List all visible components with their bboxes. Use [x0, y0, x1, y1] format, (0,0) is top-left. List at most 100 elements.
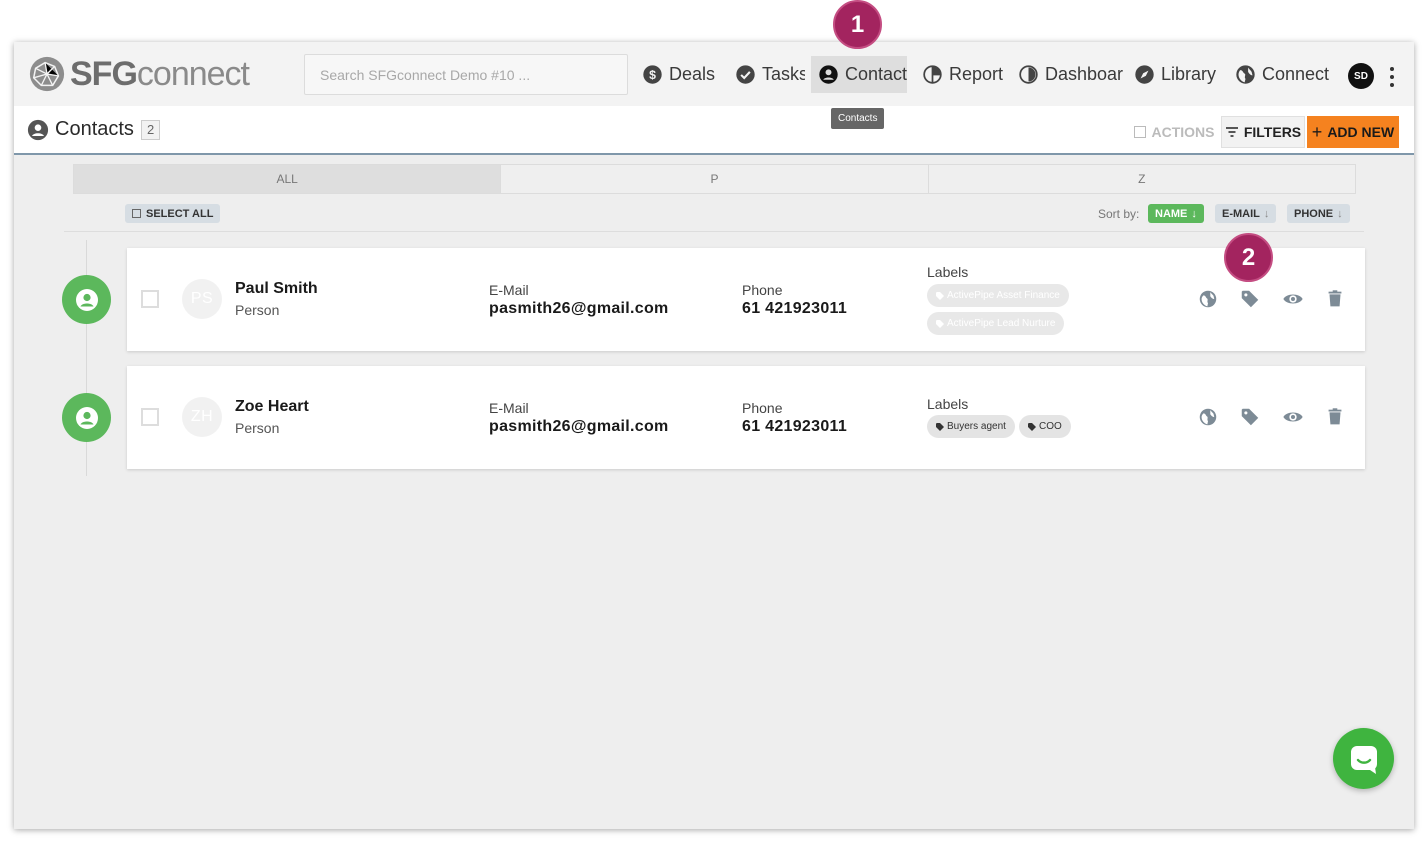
pie-chart-icon: [923, 65, 942, 84]
add-new-button[interactable]: + ADD NEW: [1307, 116, 1399, 148]
label-chip[interactable]: ActivePipe Lead Nurture: [927, 312, 1065, 335]
search-input[interactable]: [304, 54, 628, 95]
nav-tasks[interactable]: Tasks: [735, 56, 805, 93]
person-circle-icon: [27, 119, 49, 140]
nav-deals[interactable]: $ Deals: [642, 56, 718, 93]
arrow-down-icon: ↓: [1337, 207, 1343, 220]
chat-launcher-button[interactable]: [1333, 728, 1394, 789]
chat-icon: [1350, 745, 1377, 774]
eye-icon: [1283, 294, 1303, 304]
filters-label: FILTERS: [1243, 124, 1302, 140]
tab-z[interactable]: Z: [929, 165, 1355, 193]
trash-icon: [1328, 290, 1342, 307]
contact-avatar: PS: [182, 279, 222, 319]
tag-icon: [936, 291, 944, 300]
contact-name[interactable]: Paul Smith: [235, 280, 318, 298]
globe-icon: [1199, 290, 1217, 308]
filter-icon: [1225, 127, 1238, 137]
nav-deals-label: Deals: [669, 64, 716, 84]
checkbox-icon: [1133, 126, 1146, 138]
eye-icon: [1283, 412, 1303, 422]
actions-button[interactable]: ACTIONS: [1130, 116, 1218, 148]
tag-icon: [1028, 422, 1036, 431]
labels-tag-button[interactable]: [1239, 288, 1261, 310]
label-chip-text: COO: [1039, 421, 1062, 432]
labels-title: Labels: [927, 396, 969, 412]
nav-contacts[interactable]: Contact: [811, 56, 907, 93]
label-chip[interactable]: ActivePipe Asset Finance: [927, 284, 1069, 307]
contact-name[interactable]: Zoe Heart: [235, 398, 309, 416]
contact-card[interactable]: ZH Zoe Heart Person E-Mail pasmith26@gma…: [127, 366, 1365, 469]
email-label: E-Mail: [489, 282, 529, 298]
label-chip[interactable]: COO: [1019, 415, 1071, 438]
tag-icon: [936, 319, 944, 328]
select-all-button[interactable]: SELECT ALL: [125, 204, 221, 223]
app-window: SFGconnect $ Deals Tasks Contact Report:…: [14, 42, 1414, 829]
sort-phone-button[interactable]: PHONE ↓: [1287, 204, 1350, 223]
phone-label: Phone: [742, 282, 783, 298]
contact-card[interactable]: PS Paul Smith Person E-Mail pasmith26@gm…: [127, 248, 1365, 351]
tag-icon: [936, 422, 944, 431]
tag-icon: [1241, 290, 1259, 308]
contact-type-icon: [62, 393, 111, 442]
nav-dashboard[interactable]: Dashboar: [1018, 56, 1124, 93]
tab-p[interactable]: P: [501, 165, 929, 193]
tab-all[interactable]: ALL: [74, 165, 502, 193]
user-avatar[interactable]: SD: [1348, 63, 1374, 89]
labels-tag-button[interactable]: [1239, 406, 1261, 428]
sort-name-button[interactable]: NAME ↓: [1148, 204, 1204, 223]
select-all-label: SELECT ALL: [146, 207, 214, 220]
contact-type: Person: [235, 302, 280, 318]
top-navbar: SFGconnect $ Deals Tasks Contact Report:…: [14, 42, 1414, 106]
filters-button[interactable]: FILTERS: [1221, 116, 1305, 148]
trash-icon: [1328, 408, 1342, 425]
nav-dashboard-label: Dashboar: [1045, 64, 1124, 84]
sort-by-label: Sort by:: [1098, 207, 1140, 221]
person-circle-icon: [819, 65, 838, 84]
contact-checkbox[interactable]: [141, 290, 159, 308]
add-new-label: ADD NEW: [1327, 124, 1395, 140]
contacts-tooltip: Contacts: [831, 108, 885, 129]
delete-contact-button[interactable]: [1324, 288, 1346, 310]
label-chip-text: ActivePipe Lead Nurture: [947, 318, 1056, 329]
nav-library-label: Library: [1161, 64, 1217, 84]
sort-email-button[interactable]: E-MAIL ↓: [1215, 204, 1277, 223]
email-label: E-Mail: [489, 400, 529, 416]
list-divider: [64, 231, 1364, 232]
contact-checkbox[interactable]: [141, 408, 159, 426]
nav-connect[interactable]: Connect: [1235, 56, 1329, 93]
nav-reports[interactable]: Report:: [922, 56, 1004, 93]
compass-icon: [1135, 65, 1154, 84]
person-circle-icon: [75, 406, 98, 429]
sfgconnect-logo[interactable]: SFGconnect: [28, 54, 250, 94]
alphabet-tabs: ALL P Z: [73, 164, 1356, 194]
nav-library[interactable]: Library: [1134, 56, 1218, 93]
delete-contact-button[interactable]: [1324, 406, 1346, 428]
web-globe-button[interactable]: [1197, 288, 1219, 310]
label-chip-text: Buyers agent: [947, 421, 1006, 432]
label-chip[interactable]: Buyers agent: [927, 415, 1015, 438]
view-contact-button[interactable]: [1282, 288, 1304, 310]
sort-name-label: NAME: [1155, 207, 1188, 220]
web-globe-button[interactable]: [1197, 406, 1219, 428]
logo-wordmark: SFGconnect: [70, 55, 250, 93]
person-circle-icon: [75, 288, 98, 311]
more-menu-icon[interactable]: [1388, 67, 1396, 87]
nav-contacts-label: Contact: [845, 64, 907, 84]
view-contact-button[interactable]: [1282, 406, 1304, 428]
email-value[interactable]: pasmith26@gmail.com: [489, 418, 669, 436]
nav-tasks-label: Tasks: [762, 64, 805, 84]
globe-logo-icon: [29, 56, 65, 92]
email-value[interactable]: pasmith26@gmail.com: [489, 300, 669, 318]
sort-email-label: E-MAIL: [1222, 207, 1260, 220]
nav-reports-label: Report:: [949, 64, 1004, 84]
svg-text:$: $: [649, 68, 656, 82]
plus-icon: +: [1311, 122, 1323, 142]
actions-label: ACTIONS: [1151, 124, 1215, 140]
dashboard-gauge-icon: [1019, 65, 1038, 84]
phone-value[interactable]: 61 421923011: [742, 418, 847, 436]
phone-value[interactable]: 61 421923011: [742, 300, 847, 318]
tag-icon: [1241, 408, 1259, 426]
label-chip-text: ActivePipe Asset Finance: [947, 290, 1060, 301]
phone-label: Phone: [742, 400, 783, 416]
